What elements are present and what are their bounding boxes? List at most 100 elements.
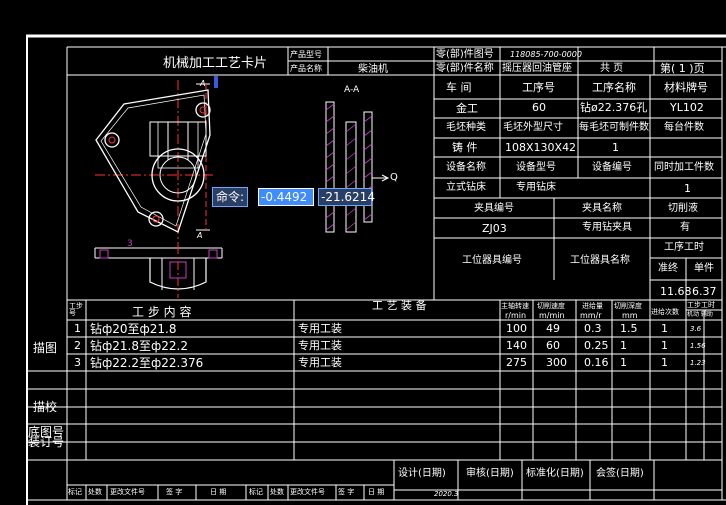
step-depth: 1 [620,339,627,352]
part-name-value: 摇压器回油管座 [502,63,572,74]
feed-unit: mm/r [580,311,602,320]
op-name-label: 工序名称 [592,81,636,94]
footer-change-doc-1: 更改文件号 [110,488,145,496]
fixture-name-value: 专用钻夹具 [582,222,632,233]
fixture-no-value: ZJ03 [482,222,507,235]
op-no-label: 工序号 [522,81,555,94]
y-coordinate-input[interactable]: -21.6214 [318,188,375,206]
footer-signature-2: 签 字 [338,488,355,496]
speed-header: 主轴转速 [501,302,529,310]
equip-no-label: 设备编号 [592,162,632,173]
material-value: YL102 [670,101,704,114]
step-content: 钻ф21.8至ф22.2 [90,339,188,353]
fixture-name-label: 夹具名称 [582,203,622,214]
footer-standard: 标准化(日期) [526,468,584,479]
section-aa-label: A-A [344,85,360,95]
step-feed: 0.3 [584,322,602,335]
footer-mark-1: 标记 [68,488,82,496]
op-no-value: 60 [532,101,546,114]
left-label-check: 描校 [33,400,58,414]
step-no: 3 [74,356,81,369]
step-feed: 0.25 [584,339,609,352]
step-time: 1.23 [690,359,706,367]
footer-sign: 会签(日期) [596,468,644,479]
step-depth: 1.5 [620,322,638,335]
cut-speed-unit: m/min [539,311,565,320]
footer-date-label-1: 日 期 [210,488,227,496]
footer-mark-2: 标记 [249,488,263,496]
footer-place-count-1: 处数 [88,488,102,496]
equip-name-label: 设备名称 [446,162,486,173]
section-a-bottom-label: A [197,231,203,240]
prep-value: 11.68 [660,285,692,298]
part-drawing-no-value: 118085-700-0000 [510,50,582,59]
speed-unit: r/min [505,311,527,320]
page-number: 第( 1 )页 [660,62,705,75]
step-equip-header: 工 艺 装 备 [372,299,427,312]
part-drawing-no-label: 零(部)件图号 [436,49,494,60]
step-no: 2 [74,339,81,352]
coolant-label: 切削液 [668,203,698,214]
card-title: 机械加工工艺卡片 [163,56,268,71]
step-depth: 1 [620,356,627,369]
total-pages: 共 页 [600,63,624,74]
pieces-per-blank-value: 1 [612,141,619,154]
blank-type-value: 铸 件 [452,141,478,154]
step-time-subheader: 机动 辅助 [687,311,713,318]
step-no-header: 工步号 [69,302,83,317]
unit-label: 单件 [694,263,714,274]
section-a-top-label: A [200,79,206,88]
footer-date-label-2: 日 期 [368,488,385,496]
coolant-value: 有 [680,222,690,233]
mark-3-label: 3 [127,239,133,249]
drawing-canvas[interactable] [0,0,726,505]
pieces-per-unit-label: 每台件数 [664,122,704,133]
command-prompt: 命令: [212,187,249,207]
step-equip: 专用工装 [298,322,342,335]
step-content: 钻ф20至ф21.8 [90,322,177,336]
depth-unit: mm [622,311,638,320]
step-speed: 100 [506,322,527,335]
part-name-label: 零(部)件名称 [436,63,494,74]
part-section-view [325,101,390,233]
step-passes: 1 [661,339,668,352]
left-label-binding-no-vis: 装订号 [28,435,65,449]
blank-type-label: 毛坯种类 [446,122,486,133]
step-passes: 1 [661,356,668,369]
blank-size-value: 108X130X42 [505,141,577,154]
part-front-view [95,76,218,250]
station-tool-name-label: 工位器具名称 [570,255,630,266]
q-arrow-label: Q [390,172,398,183]
footer-change-doc-2: 更改文件号 [290,488,325,496]
workshop-value: 金工 [456,102,478,115]
feed-header: 进给量 [582,302,603,310]
product-name-label: 产品名称 [290,64,322,73]
left-label-trace: 描图 [33,341,58,355]
step-equip: 专用工装 [298,356,342,369]
workshop-label: 车 间 [446,81,472,94]
footer-date: 2020.3 [434,490,459,498]
simultaneous-label: 同时加工件数 [654,162,714,173]
pieces-per-blank-label: 每毛坯可制件数 [579,122,649,133]
step-speed: 140 [506,339,527,352]
step-speed: 275 [506,356,527,369]
footer-review: 审核(日期) [466,468,514,479]
equip-name-value: 立式钻床 [446,182,486,193]
step-time-header: 工步工时 [687,301,715,309]
step-content: 钻ф22.2至ф22.376 [90,356,204,370]
depth-header: 切削深度 [614,302,642,310]
step-cut-speed: 49 [546,322,560,335]
step-passes: 1 [661,322,668,335]
fixture-no-label: 夹具编号 [474,203,514,214]
step-no: 1 [74,322,81,335]
unit-value: 6.37 [692,285,717,298]
step-time: 3.6 [690,325,702,333]
product-name-value: 柴油机 [358,64,388,75]
x-coordinate-input[interactable]: -0.4492 [258,188,314,206]
simultaneous-value: 1 [684,182,691,195]
equip-model-value: 专用钻床 [516,182,556,193]
step-time: 1.56 [690,342,706,350]
op-name-value: 钻ø22.376孔 [580,101,648,114]
step-cut-speed: 60 [546,339,560,352]
passes-header: 进给次数 [651,308,679,316]
